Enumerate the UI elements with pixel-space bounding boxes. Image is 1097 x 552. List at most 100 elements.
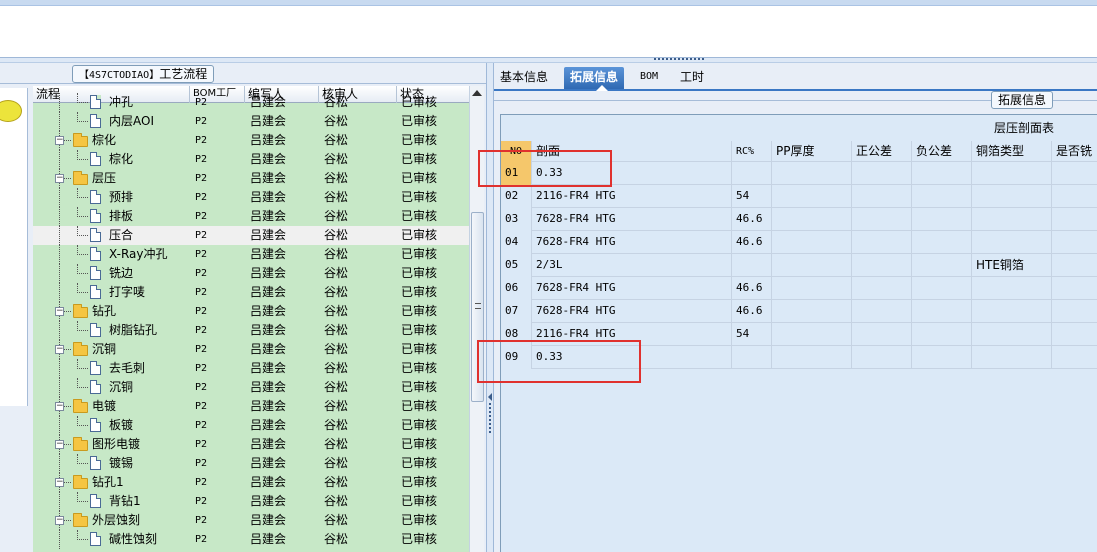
tree-row[interactable]: 排板 P2 吕建会 谷松 已审核 bbox=[33, 207, 469, 226]
table-cell[interactable] bbox=[1052, 323, 1097, 346]
table-cell[interactable] bbox=[772, 277, 852, 300]
table-cell[interactable] bbox=[852, 346, 912, 369]
table-cell[interactable]: 03 bbox=[501, 208, 532, 231]
tree-row[interactable]: − 电镀 P2 吕建会 谷松 已审核 bbox=[33, 397, 469, 416]
table-cell[interactable] bbox=[912, 277, 972, 300]
col-header-copper-type[interactable]: 铜箔类型 bbox=[972, 141, 1052, 162]
table-cell[interactable] bbox=[912, 185, 972, 208]
table-cell[interactable] bbox=[912, 300, 972, 323]
table-cell[interactable] bbox=[912, 254, 972, 277]
table-cell[interactable] bbox=[772, 254, 852, 277]
table-cell[interactable] bbox=[772, 346, 852, 369]
tree-row[interactable]: − 钻孔1 P2 吕建会 谷松 已审核 bbox=[33, 473, 469, 492]
tab-work-hours[interactable]: 工时 bbox=[674, 67, 710, 89]
table-cell[interactable] bbox=[772, 185, 852, 208]
collapse-toggle-icon[interactable]: − bbox=[55, 440, 64, 449]
table-cell[interactable] bbox=[852, 231, 912, 254]
tree-row[interactable]: 压合 P2 吕建会 谷松 已审核 bbox=[33, 226, 469, 245]
table-cell[interactable] bbox=[912, 231, 972, 254]
tab-basic-info[interactable]: 基本信息 bbox=[494, 67, 554, 89]
table-cell[interactable]: 02 bbox=[501, 185, 532, 208]
table-cell[interactable] bbox=[772, 300, 852, 323]
tree-row[interactable]: X-Ray冲孔 P2 吕建会 谷松 已审核 bbox=[33, 245, 469, 264]
tab-extended-info[interactable]: 拓展信息 bbox=[564, 67, 625, 89]
table-cell[interactable] bbox=[972, 208, 1052, 231]
col-header-plus-tol[interactable]: 正公差 bbox=[852, 141, 912, 162]
tree-row[interactable]: 背钻1 P2 吕建会 谷松 已审核 bbox=[33, 492, 469, 511]
collapse-toggle-icon[interactable]: − bbox=[55, 136, 64, 145]
table-row[interactable]: 03 7628-FR4 HTG 46.6 bbox=[501, 208, 1097, 231]
tree-row[interactable]: 冲孔 P2 吕建会 谷松 已审核 bbox=[33, 93, 469, 112]
table-cell[interactable]: 06 bbox=[501, 277, 532, 300]
table-cell[interactable]: 7628-FR4 HTG bbox=[532, 231, 732, 254]
table-cell[interactable]: 54 bbox=[732, 323, 772, 346]
tree-row[interactable]: − 钻孔 P2 吕建会 谷松 已审核 bbox=[33, 302, 469, 321]
tree-row[interactable]: 内层AOI P2 吕建会 谷松 已审核 bbox=[33, 112, 469, 131]
panel-splitter[interactable] bbox=[486, 63, 494, 552]
tree-row[interactable]: 沉铜 P2 吕建会 谷松 已审核 bbox=[33, 378, 469, 397]
table-cell[interactable]: 7628-FR4 HTG bbox=[532, 277, 732, 300]
table-cell[interactable] bbox=[732, 346, 772, 369]
table-cell[interactable] bbox=[1052, 208, 1097, 231]
table-cell[interactable] bbox=[852, 162, 912, 185]
table-cell[interactable]: 7628-FR4 HTG bbox=[532, 300, 732, 323]
table-cell[interactable]: 46.6 bbox=[732, 300, 772, 323]
table-cell[interactable] bbox=[1052, 162, 1097, 185]
collapse-toggle-icon[interactable]: − bbox=[55, 307, 64, 316]
table-cell[interactable] bbox=[972, 231, 1052, 254]
table-cell[interactable] bbox=[972, 323, 1052, 346]
col-header-rc[interactable]: RC% bbox=[732, 141, 772, 162]
table-row[interactable]: 05 2/3L HTE铜箔 bbox=[501, 254, 1097, 277]
tree-row[interactable]: − 层压 P2 吕建会 谷松 已审核 bbox=[33, 169, 469, 188]
tree-row[interactable]: − 棕化 P2 吕建会 谷松 已审核 bbox=[33, 131, 469, 150]
table-cell[interactable] bbox=[852, 277, 912, 300]
table-cell[interactable] bbox=[852, 208, 912, 231]
table-cell[interactable] bbox=[1052, 277, 1097, 300]
table-cell[interactable]: HTE铜箔 bbox=[972, 254, 1052, 277]
collapse-toggle-icon[interactable]: − bbox=[55, 174, 64, 183]
table-cell[interactable]: 04 bbox=[501, 231, 532, 254]
table-cell[interactable] bbox=[972, 346, 1052, 369]
table-cell[interactable] bbox=[772, 208, 852, 231]
table-cell[interactable] bbox=[1052, 185, 1097, 208]
table-cell[interactable] bbox=[772, 162, 852, 185]
col-header-minus-tol[interactable]: 负公差 bbox=[912, 141, 972, 162]
table-cell[interactable] bbox=[912, 162, 972, 185]
tree-row[interactable]: 铣边 P2 吕建会 谷松 已审核 bbox=[33, 264, 469, 283]
table-cell[interactable] bbox=[852, 185, 912, 208]
tree-row[interactable]: 镀锡 P2 吕建会 谷松 已审核 bbox=[33, 454, 469, 473]
tree-row[interactable]: 打字唛 P2 吕建会 谷松 已审核 bbox=[33, 283, 469, 302]
collapse-toggle-icon[interactable]: − bbox=[55, 478, 64, 487]
table-cell[interactable] bbox=[1052, 346, 1097, 369]
table-cell[interactable] bbox=[1052, 300, 1097, 323]
tree-row[interactable]: 预排 P2 吕建会 谷松 已审核 bbox=[33, 188, 469, 207]
tree-row[interactable]: 棕化 P2 吕建会 谷松 已审核 bbox=[33, 150, 469, 169]
table-cell[interactable] bbox=[1052, 254, 1097, 277]
table-cell[interactable] bbox=[972, 185, 1052, 208]
table-cell[interactable]: 46.6 bbox=[732, 231, 772, 254]
table-cell[interactable] bbox=[852, 300, 912, 323]
table-cell[interactable] bbox=[852, 254, 912, 277]
table-row[interactable]: 02 2116-FR4 HTG 54 bbox=[501, 185, 1097, 208]
table-cell[interactable]: 54 bbox=[732, 185, 772, 208]
col-header-pp-thickness[interactable]: PP厚度 bbox=[772, 141, 852, 162]
collapse-toggle-icon[interactable]: − bbox=[55, 516, 64, 525]
table-row[interactable]: 07 7628-FR4 HTG 46.6 bbox=[501, 300, 1097, 323]
table-cell[interactable] bbox=[1052, 231, 1097, 254]
col-header-milling[interactable]: 是否铣 bbox=[1052, 141, 1097, 162]
table-cell[interactable] bbox=[972, 162, 1052, 185]
table-cell[interactable] bbox=[912, 346, 972, 369]
table-cell[interactable]: 46.6 bbox=[732, 277, 772, 300]
table-cell[interactable] bbox=[912, 323, 972, 346]
table-row[interactable]: 06 7628-FR4 HTG 46.6 bbox=[501, 277, 1097, 300]
tree-row[interactable]: − 图形电镀 P2 吕建会 谷松 已审核 bbox=[33, 435, 469, 454]
tree-row[interactable]: 去毛刺 P2 吕建会 谷松 已审核 bbox=[33, 359, 469, 378]
table-cell[interactable] bbox=[972, 300, 1052, 323]
table-cell[interactable] bbox=[732, 254, 772, 277]
table-cell[interactable]: 2/3L bbox=[532, 254, 732, 277]
collapse-toggle-icon[interactable]: − bbox=[55, 402, 64, 411]
tree-row[interactable]: − 外层蚀刻 P2 吕建会 谷松 已审核 bbox=[33, 511, 469, 530]
table-cell[interactable]: 46.6 bbox=[732, 208, 772, 231]
tree-row[interactable]: 树脂钻孔 P2 吕建会 谷松 已审核 bbox=[33, 321, 469, 340]
table-cell[interactable] bbox=[772, 231, 852, 254]
